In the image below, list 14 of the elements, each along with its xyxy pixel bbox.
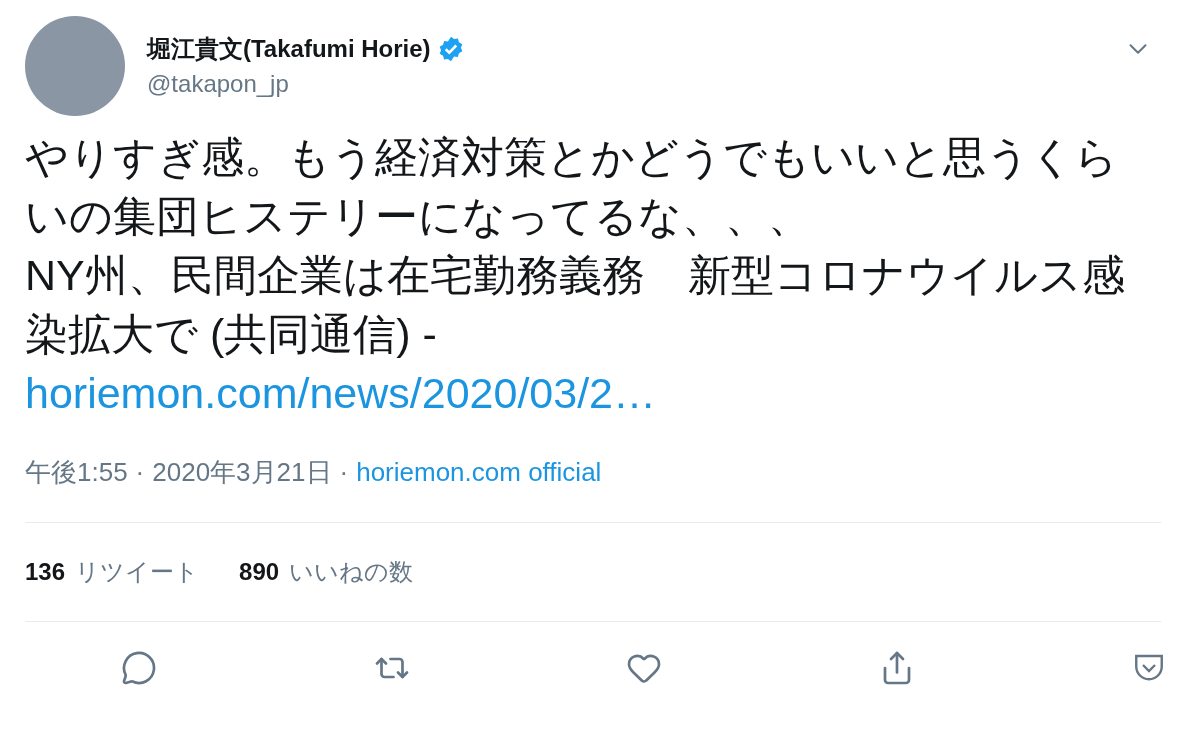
source-link[interactable]: horiemon.com official (356, 453, 602, 492)
stat-count[interactable]: 136 (25, 554, 66, 590)
tweet-text: やりすぎ感。もう経済対策とかどうでもいいと思うくらいの集団ヒステリーになってるな、、、 NY州、民間企業は在宅勤務義務 新型コロナウイルス感染拡大で (共同通信) - horiemon.com/news/2020/03/2… (25, 132, 1126, 419)
reply-icon[interactable] (121, 650, 157, 686)
stat-count[interactable]: 890 (239, 554, 280, 590)
stat-label[interactable]: リツイート (75, 554, 200, 590)
article-link[interactable]: horiemon.com/news/2020/03/2… (25, 369, 657, 417)
tweet-time[interactable]: 午後1:55 (25, 453, 128, 492)
separator-dot: · (135, 456, 145, 489)
tweet-date[interactable]: 2020年3月21日 (152, 453, 332, 492)
author-name[interactable]: 堀江貴文(Takafumi Horie) (147, 34, 431, 64)
author-handle[interactable]: @takapon_jp (147, 68, 465, 100)
separator-dot: · (339, 456, 349, 489)
stat-label[interactable]: いいねの数 (289, 554, 414, 590)
